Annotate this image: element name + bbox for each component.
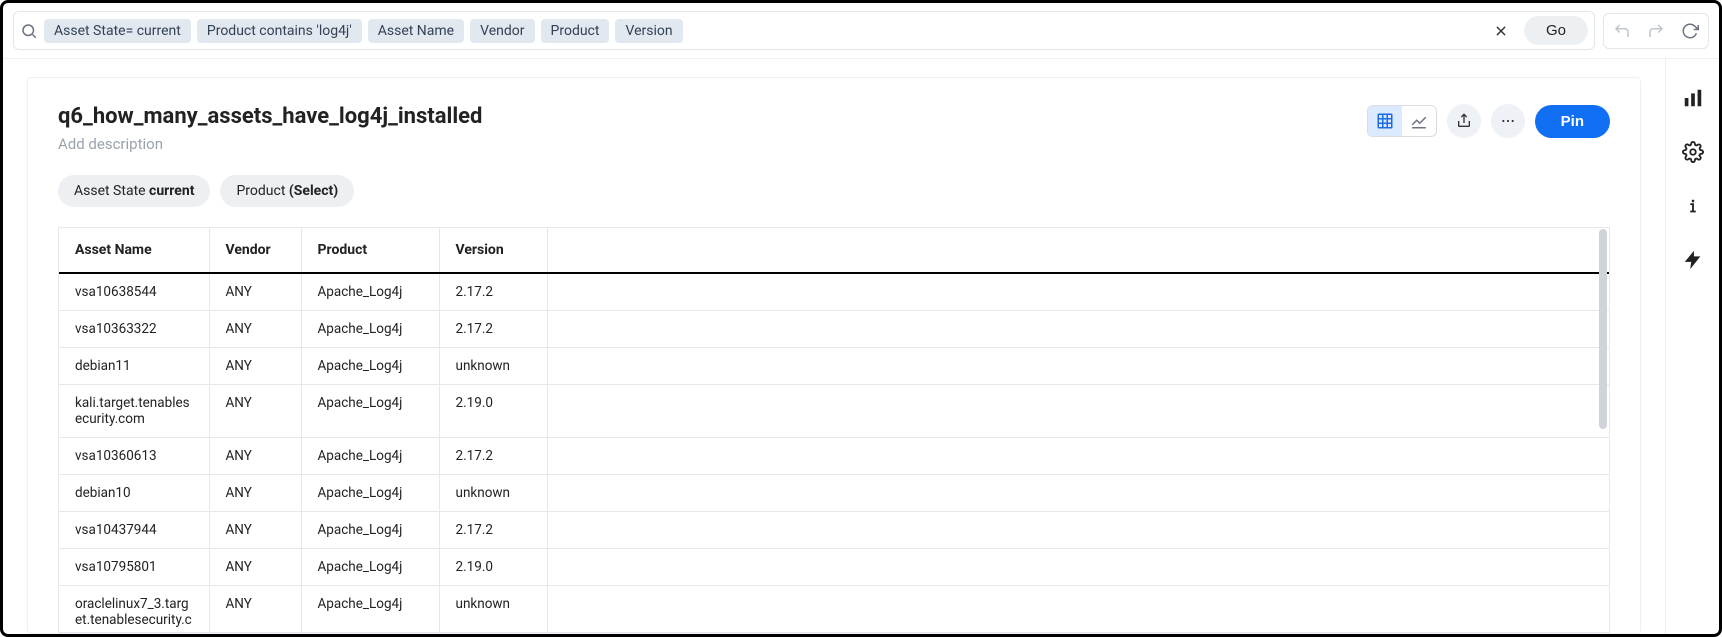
search-box[interactable]: Asset State= current Product contains 'l…	[13, 11, 1595, 50]
cell-version: 2.17.2	[439, 273, 547, 311]
cell-empty	[547, 438, 1609, 475]
cell-vendor: ANY	[209, 512, 301, 549]
cell-asset-name: oraclelinux7_3.target.tenablesecurity.co…	[59, 586, 209, 634]
results-table-wrapper: Asset Name Vendor Product Version vsa106…	[58, 227, 1610, 633]
cell-empty	[547, 273, 1609, 311]
cell-empty	[547, 385, 1609, 438]
table-row[interactable]: vsa10795801ANYApache_Log4j2.19.0	[59, 549, 1609, 586]
filter-chip[interactable]: Asset State= current	[44, 19, 191, 43]
table-row[interactable]: vsa10360613ANYApache_Log4j2.17.2	[59, 438, 1609, 475]
cell-product: Apache_Log4j	[301, 438, 439, 475]
undo-icon[interactable]	[1612, 21, 1632, 41]
table-view-button[interactable]	[1368, 106, 1402, 136]
content-panel: q6_how_many_assets_have_log4j_installed …	[3, 59, 1665, 634]
cell-vendor: ANY	[209, 385, 301, 438]
cell-empty	[547, 348, 1609, 385]
more-button[interactable]	[1491, 104, 1525, 138]
cell-empty	[547, 475, 1609, 512]
chart-view-button[interactable]	[1402, 106, 1436, 136]
cell-vendor: ANY	[209, 475, 301, 512]
cell-version: 2.19.0	[439, 549, 547, 586]
cell-version: unknown	[439, 586, 547, 634]
col-header-version[interactable]: Version	[439, 228, 547, 274]
cell-asset-name: vsa10363322	[59, 311, 209, 348]
table-row[interactable]: kali.target.tenablesecurity.comANYApache…	[59, 385, 1609, 438]
cell-asset-name: vsa10795801	[59, 549, 209, 586]
insights-icon[interactable]	[1680, 85, 1706, 111]
bolt-icon[interactable]	[1680, 247, 1706, 273]
cell-product: Apache_Log4j	[301, 549, 439, 586]
column-chip[interactable]: Version	[615, 19, 682, 43]
table-row[interactable]: debian11ANYApache_Log4junknown	[59, 348, 1609, 385]
view-toggle	[1367, 105, 1437, 137]
top-bar: Asset State= current Product contains 'l…	[3, 3, 1719, 59]
cell-asset-name: vsa10360613	[59, 438, 209, 475]
cell-asset-name: debian10	[59, 475, 209, 512]
page-subtitle[interactable]: Add description	[58, 135, 1367, 153]
cell-empty	[547, 311, 1609, 348]
cell-version: 2.19.0	[439, 385, 547, 438]
search-icon	[20, 22, 38, 40]
cell-product: Apache_Log4j	[301, 273, 439, 311]
go-button[interactable]: Go	[1524, 16, 1588, 45]
pin-button[interactable]: Pin	[1535, 105, 1610, 138]
cell-asset-name: vsa10638544	[59, 273, 209, 311]
info-icon[interactable]	[1680, 193, 1706, 219]
cell-product: Apache_Log4j	[301, 385, 439, 438]
cell-vendor: ANY	[209, 273, 301, 311]
cell-product: Apache_Log4j	[301, 512, 439, 549]
cell-vendor: ANY	[209, 586, 301, 634]
cell-product: Apache_Log4j	[301, 348, 439, 385]
filter-chip[interactable]: Product contains 'log4j'	[197, 19, 362, 43]
cell-asset-name: debian11	[59, 348, 209, 385]
col-header-asset-name[interactable]: Asset Name	[59, 228, 209, 274]
cell-empty	[547, 549, 1609, 586]
cell-version: unknown	[439, 475, 547, 512]
cell-vendor: ANY	[209, 549, 301, 586]
cell-product: Apache_Log4j	[301, 311, 439, 348]
col-header-vendor[interactable]: Vendor	[209, 228, 301, 274]
column-chip[interactable]: Vendor	[470, 19, 534, 43]
cell-vendor: ANY	[209, 438, 301, 475]
cell-vendor: ANY	[209, 348, 301, 385]
cell-vendor: ANY	[209, 311, 301, 348]
pill-value: (Select)	[289, 183, 338, 199]
cell-version: 2.17.2	[439, 311, 547, 348]
history-controls	[1603, 13, 1709, 49]
table-row[interactable]: vsa10638544ANYApache_Log4j2.17.2	[59, 273, 1609, 311]
cell-version: unknown	[439, 348, 547, 385]
cell-product: Apache_Log4j	[301, 586, 439, 634]
right-rail	[1665, 59, 1719, 634]
table-row[interactable]: vsa10363322ANYApache_Log4j2.17.2	[59, 311, 1609, 348]
col-header-empty	[547, 228, 1609, 274]
col-header-product[interactable]: Product	[301, 228, 439, 274]
cell-empty	[547, 586, 1609, 634]
pill-label: Asset State	[74, 183, 149, 199]
filter-pill-asset-state[interactable]: Asset State current	[58, 175, 210, 207]
table-row[interactable]: debian10ANYApache_Log4junknown	[59, 475, 1609, 512]
cell-empty	[547, 512, 1609, 549]
gear-icon[interactable]	[1680, 139, 1706, 165]
pill-label: Product	[236, 183, 288, 199]
clear-search-button[interactable]	[1490, 20, 1512, 42]
cell-asset-name: vsa10437944	[59, 512, 209, 549]
table-row[interactable]: vsa10437944ANYApache_Log4j2.17.2	[59, 512, 1609, 549]
pill-value: current	[149, 183, 194, 199]
refresh-icon[interactable]	[1680, 21, 1700, 41]
share-button[interactable]	[1447, 104, 1481, 138]
cell-version: 2.17.2	[439, 438, 547, 475]
header-actions: Pin	[1367, 104, 1610, 138]
results-table: Asset Name Vendor Product Version vsa106…	[59, 227, 1609, 633]
cell-product: Apache_Log4j	[301, 475, 439, 512]
redo-icon[interactable]	[1646, 21, 1666, 41]
scrollbar-thumb[interactable]	[1599, 229, 1607, 429]
column-chip[interactable]: Asset Name	[368, 19, 464, 43]
page-title: q6_how_many_assets_have_log4j_installed	[58, 104, 1367, 129]
cell-version: 2.17.2	[439, 512, 547, 549]
table-row[interactable]: oraclelinux7_3.target.tenablesecurity.co…	[59, 586, 1609, 634]
column-chip[interactable]: Product	[541, 19, 610, 43]
cell-asset-name: kali.target.tenablesecurity.com	[59, 385, 209, 438]
filter-pill-product[interactable]: Product (Select)	[220, 175, 354, 207]
